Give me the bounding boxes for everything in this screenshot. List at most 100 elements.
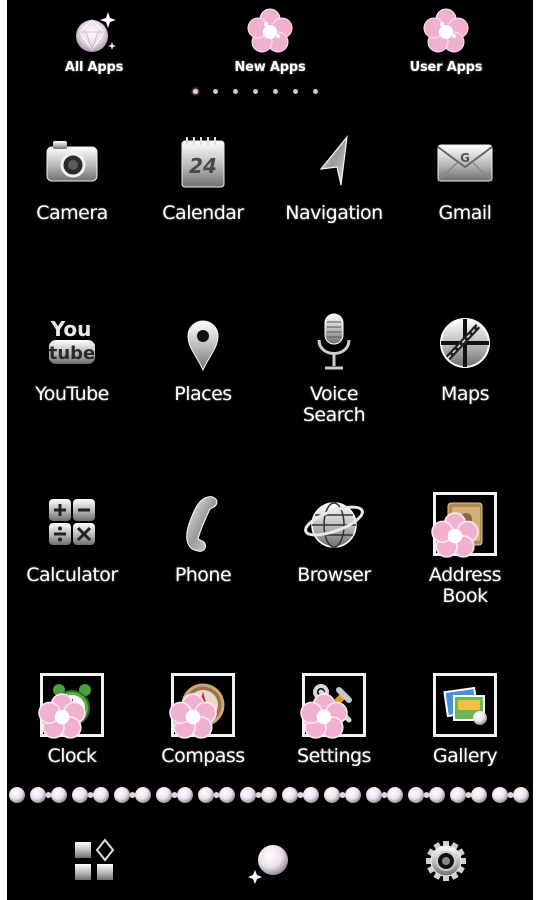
app-icon-wrap: You tube	[37, 308, 107, 378]
phone-handset-icon	[186, 496, 218, 552]
app-browser[interactable]: Browser	[269, 489, 399, 619]
app-label: YouTube	[35, 383, 109, 405]
app-voice-search[interactable]: Voice Search	[269, 308, 399, 438]
page-dot	[213, 89, 218, 94]
app-icon-wrap	[37, 127, 107, 197]
pearl-bead	[177, 787, 193, 803]
app-address-book[interactable]: Address Book	[400, 489, 530, 619]
pearl-bead	[93, 787, 109, 803]
crystal-bead	[423, 792, 430, 798]
calculator-icon	[49, 499, 95, 545]
pearl-bead	[114, 787, 130, 803]
app-drawer-tabs: All Apps New Apps User Apps	[7, 0, 533, 90]
tab-label: All Apps	[64, 60, 124, 75]
app-calendar[interactable]: 24 Calendar	[138, 127, 268, 257]
app-label: Clock	[47, 745, 97, 767]
app-gmail[interactable]: G Gmail	[400, 127, 530, 257]
microphone-icon	[317, 313, 351, 370]
tab-all-apps[interactable]: All Apps	[29, 6, 159, 88]
pearl-bead	[366, 787, 382, 803]
pearl-bead	[135, 787, 151, 803]
home-screen: All Apps New Apps User Apps Camera 24 Ca…	[7, 0, 533, 900]
pearl-divider	[9, 787, 529, 803]
app-camera[interactable]: Camera	[7, 127, 137, 257]
crystal-bead	[87, 792, 94, 798]
crystal-bead	[129, 792, 136, 798]
tab-new-apps[interactable]: New Apps	[205, 6, 335, 88]
pearl-bead	[324, 787, 340, 803]
app-icon-wrap	[299, 489, 369, 559]
pearl-bead	[9, 787, 25, 803]
gem-badge-icon	[300, 693, 348, 739]
calendar-day: 24	[189, 154, 217, 178]
dock-settings-button[interactable]	[411, 826, 481, 896]
crystal-bead	[255, 792, 262, 798]
app-label: Maps	[441, 383, 490, 405]
dock-app-drawer-button[interactable]	[59, 826, 129, 896]
pearl-bead	[51, 787, 67, 803]
app-label: Address Book	[428, 564, 502, 607]
app-gallery[interactable]: Gallery	[400, 670, 530, 800]
pearl-bead	[261, 787, 277, 803]
app-icon-wrap	[299, 127, 369, 197]
pearl-icon	[248, 845, 288, 884]
pearl-bead	[387, 787, 403, 803]
app-icon-wrap: 24	[168, 127, 238, 197]
pearl-bead	[198, 787, 214, 803]
pearl-bead	[30, 787, 46, 803]
icon-frame	[300, 673, 366, 739]
page-dot	[193, 89, 198, 94]
crystal-bead	[171, 792, 178, 798]
pearl-bead	[513, 787, 529, 803]
app-label: Settings	[297, 745, 371, 767]
app-places[interactable]: Places	[138, 308, 268, 438]
camera-icon	[46, 141, 98, 182]
app-maps[interactable]: Maps	[400, 308, 530, 438]
page-dot	[253, 89, 258, 94]
svg-text:G: G	[460, 151, 470, 165]
crystal-bead	[465, 792, 472, 798]
gem-badge-icon	[38, 693, 86, 739]
navigation-arrow-icon	[319, 134, 348, 186]
app-label: Calendar	[162, 202, 244, 224]
gem-badge-icon	[431, 512, 479, 558]
app-label: Compass	[161, 745, 245, 767]
app-navigation[interactable]: Navigation	[269, 127, 399, 257]
mail-icon: G	[437, 144, 493, 182]
gear-icon	[426, 841, 466, 881]
pearl-bead	[303, 787, 319, 803]
app-label: Gmail	[438, 202, 492, 224]
app-icon-wrap	[299, 308, 369, 378]
pearl-bead	[72, 787, 88, 803]
app-label: Phone	[174, 564, 232, 586]
pink-flower-gem-icon	[247, 8, 293, 53]
icon-frame	[169, 673, 235, 739]
app-settings[interactable]: Settings	[269, 670, 399, 800]
crystal-bead	[339, 792, 346, 798]
app-icon-wrap	[37, 489, 107, 559]
app-phone[interactable]: Phone	[138, 489, 268, 619]
page-dot	[233, 89, 238, 94]
app-label: Calculator	[26, 564, 118, 586]
app-label: Places	[174, 383, 232, 405]
youtube-logo-bottom: tube	[49, 343, 96, 364]
pearl-bead	[429, 787, 445, 803]
app-youtube[interactable]: You tube YouTube	[7, 308, 137, 438]
pearl-bead	[156, 787, 172, 803]
gallery-icon	[443, 686, 487, 725]
app-icon-wrap	[168, 308, 238, 378]
app-compass[interactable]: Compass	[138, 670, 268, 800]
crystal-bead	[45, 792, 52, 798]
pearl-bead	[471, 787, 487, 803]
pink-flower-gem-icon	[423, 8, 469, 53]
app-icon-wrap: G	[430, 127, 500, 197]
app-clock[interactable]: Clock	[7, 670, 137, 800]
gem-badge-icon	[169, 693, 217, 739]
app-calculator[interactable]: Calculator	[7, 489, 137, 619]
pearl-bead	[240, 787, 256, 803]
tab-user-apps[interactable]: User Apps	[381, 6, 511, 88]
dock-home-button[interactable]	[235, 826, 305, 896]
app-icon-wrap	[168, 489, 238, 559]
tab-label: User Apps	[409, 60, 483, 75]
tab-label: New Apps	[234, 60, 306, 75]
